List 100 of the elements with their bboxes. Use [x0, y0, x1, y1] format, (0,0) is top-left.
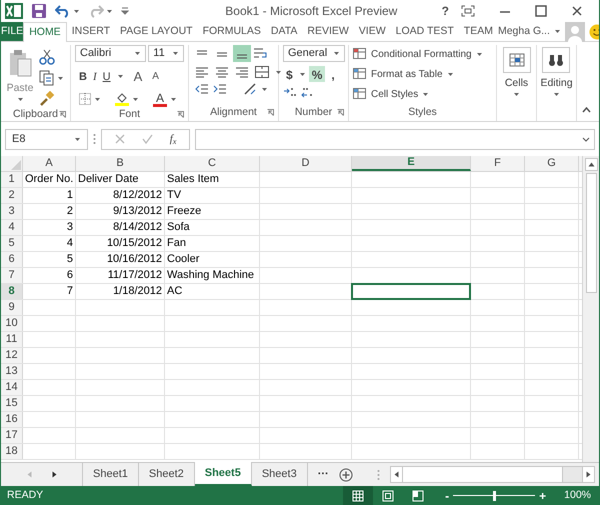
row-header[interactable]: 2 — [1, 188, 23, 203]
caret-icon[interactable] — [476, 52, 483, 56]
grow-font-button[interactable]: A — [134, 67, 142, 86]
vertical-scrollbar[interactable] — [582, 156, 599, 462]
scroll-left-icon[interactable] — [394, 471, 399, 478]
clipboard-icon[interactable] — [8, 49, 32, 77]
row-header[interactable]: 9 — [1, 300, 23, 315]
drag-handle-icon[interactable] — [376, 468, 380, 480]
next-sheet-icon[interactable] — [52, 471, 56, 478]
font-size-dropdown[interactable]: 11 — [148, 45, 184, 62]
normal-view-button[interactable] — [343, 486, 374, 505]
caret-icon[interactable] — [106, 8, 113, 14]
zoom-in-button[interactable]: + — [539, 486, 546, 504]
font-style-button[interactable]: B — [79, 68, 87, 85]
format-painter-icon[interactable] — [39, 91, 55, 107]
scrollbar-thumb[interactable] — [586, 173, 596, 293]
column-header[interactable]: G — [525, 156, 579, 171]
increase-indent-icon[interactable] — [213, 83, 227, 95]
row-header[interactable]: 11 — [1, 332, 23, 347]
align-center-icon[interactable] — [215, 66, 229, 78]
caret-icon[interactable] — [513, 92, 520, 97]
caret-icon[interactable] — [170, 96, 177, 102]
caret-icon[interactable] — [57, 76, 64, 80]
row-header[interactable]: 14 — [1, 380, 23, 395]
ribbon-tab[interactable]: TEAM — [458, 22, 498, 41]
font-name-dropdown[interactable]: Calibri — [75, 45, 146, 62]
row-header[interactable]: 15 — [1, 396, 23, 411]
scroll-up-icon[interactable] — [588, 162, 594, 167]
caret-icon[interactable] — [261, 86, 268, 92]
align-left-icon[interactable] — [195, 66, 209, 78]
collapse-ribbon-icon[interactable] — [582, 107, 591, 113]
increase-decimal-icon[interactable] — [283, 86, 297, 98]
shrink-font-button[interactable]: A — [152, 69, 159, 84]
font-style-button[interactable]: U — [102, 68, 111, 85]
dialog-launcher-icon[interactable] — [337, 109, 344, 116]
row-header[interactable]: 10 — [1, 316, 23, 331]
number-format-dropdown[interactable]: General — [283, 45, 345, 62]
column-header[interactable]: B — [76, 156, 165, 171]
caret-icon[interactable] — [298, 72, 306, 76]
ribbon-tab[interactable]: INSERT — [66, 22, 116, 41]
account-name[interactable]: Megha G... — [498, 24, 550, 40]
row-header[interactable]: 7 — [1, 268, 23, 283]
caret-icon[interactable] — [132, 96, 139, 102]
column-header[interactable]: E — [352, 156, 471, 171]
undo-icon[interactable] — [55, 4, 71, 18]
font-style-button[interactable]: I — [92, 68, 97, 85]
ribbon-tab[interactable]: FORMULAS — [198, 22, 266, 41]
help-button[interactable]: ? — [438, 2, 453, 20]
number-style-button[interactable]: , — [328, 66, 338, 82]
caret-icon[interactable] — [74, 136, 81, 142]
zoom-slider[interactable] — [453, 490, 536, 500]
caret-icon[interactable] — [275, 70, 282, 74]
caret-icon[interactable] — [94, 96, 101, 102]
row-header[interactable]: 3 — [1, 204, 23, 219]
paste-button[interactable]: Paste — [5, 45, 35, 107]
row-header[interactable]: 6 — [1, 252, 23, 267]
wrap-text-icon[interactable] — [253, 46, 269, 60]
ribbon-tab[interactable]: REVIEW — [302, 22, 354, 41]
font-color-button[interactable]: A — [153, 92, 167, 106]
insert-function-button[interactable]: f$_{x}$ — [170, 130, 176, 148]
zoom-level[interactable]: 100% — [550, 488, 591, 504]
save-icon[interactable] — [31, 3, 47, 19]
ribbon-tab[interactable]: VIEW — [354, 22, 391, 41]
caret-icon[interactable] — [552, 92, 560, 97]
formula-input[interactable] — [195, 128, 595, 150]
column-header[interactable]: C — [165, 156, 260, 171]
column-header[interactable]: F — [471, 156, 525, 171]
row-header[interactable]: 17 — [1, 428, 23, 443]
styles-button[interactable]: Conditional Formatting — [353, 45, 492, 63]
ribbon-tab[interactable]: PAGE LAYOUT — [115, 22, 198, 41]
row-header[interactable]: 5 — [1, 236, 23, 251]
close-icon[interactable] — [571, 5, 583, 17]
caret-icon[interactable] — [422, 92, 430, 96]
borders-icon[interactable] — [79, 93, 91, 105]
add-sheet-icon[interactable] — [338, 468, 353, 482]
name-box[interactable]: E8 — [5, 128, 88, 150]
editing-button[interactable]: Editing — [540, 47, 573, 97]
dialog-launcher-icon[interactable] — [267, 109, 274, 116]
row-header[interactable]: 1 — [1, 172, 23, 187]
customize-toolbar-icon[interactable] — [121, 6, 129, 16]
horizontal-scrollbar[interactable] — [390, 466, 595, 483]
caret-icon[interactable] — [554, 29, 561, 34]
ribbon-tab[interactable]: HOME — [23, 22, 67, 42]
copy-icon[interactable] — [39, 70, 55, 86]
full-screen-icon[interactable] — [461, 5, 475, 17]
row-header[interactable]: 12 — [1, 348, 23, 363]
number-style-button[interactable]: % — [308, 66, 326, 82]
caret-icon[interactable] — [16, 96, 24, 102]
caret-icon[interactable] — [446, 72, 454, 76]
row-header[interactable]: 4 — [1, 220, 23, 235]
orientation-icon[interactable] — [243, 82, 257, 96]
align-right-icon[interactable] — [235, 66, 249, 78]
row-header[interactable]: 16 — [1, 412, 23, 427]
row-header[interactable]: 13 — [1, 364, 23, 379]
ribbon-tab[interactable]: LOAD TEST — [390, 22, 459, 41]
caret-icon[interactable] — [134, 51, 142, 56]
caret-icon[interactable] — [73, 8, 80, 14]
fill-color-icon[interactable] — [115, 92, 129, 106]
ribbon-tab[interactable]: FILE — [1, 22, 24, 41]
more-sheets-button[interactable]: ··· — [318, 466, 329, 483]
